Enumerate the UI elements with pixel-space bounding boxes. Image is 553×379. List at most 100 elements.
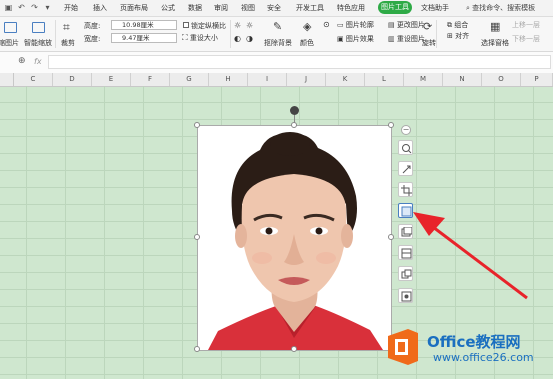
send-backward-label: 下移一层 [512,35,540,43]
smart-zoom-icon [32,22,45,33]
outline-icon: ▭ [337,21,344,29]
office-logo-icon [386,328,420,366]
reset-picture-icon: ▥ [388,35,395,43]
column-header[interactable]: D [53,73,92,86]
column-header[interactable]: J [287,73,326,86]
tab-home[interactable]: 开始 [64,3,78,13]
undo-icon[interactable]: ↶ [17,3,26,12]
resize-handle-top[interactable] [291,122,297,128]
zoom-icon[interactable] [398,140,413,155]
corner-cell[interactable] [0,73,14,86]
contrast-down-icon[interactable]: ◑ [246,34,253,43]
rotate-icon: ⟳ [423,20,433,33]
group-label: 组合 [454,21,469,29]
align-icon: ⊞ [447,32,453,40]
change-picture-icon: ▤ [388,21,395,29]
logo-name: Office教程网 [427,333,521,351]
transparency-icon[interactable]: ⊙ [323,20,333,30]
tab-features[interactable]: 特色应用 [337,3,365,13]
minus-icon[interactable]: − [401,125,411,135]
tab-review[interactable]: 审阅 [214,3,228,13]
resize-handle-top-left[interactable] [194,122,200,128]
resize-handle-bottom-left[interactable] [194,346,200,352]
red-arrow-annotation [413,212,528,300]
width-label: 宽度: [84,35,101,43]
tab-developer[interactable]: 开发工具 [296,3,324,13]
group-icon: ⧉ [447,21,452,29]
reset-size-button[interactable]: ⛶ 重设大小 [182,33,230,43]
column-header[interactable]: N [443,73,482,86]
save-icon[interactable]: ▣ [4,3,13,12]
crop-icon[interactable] [398,182,413,197]
height-label: 高度: [84,22,101,30]
align-button[interactable]: ⊞ 对齐 [447,31,477,43]
tab-picture-tools[interactable]: 图片工具 [378,1,412,14]
rotate-icon[interactable] [398,161,413,176]
selection-pane-button[interactable]: ▦ 选择窗格 [481,20,511,48]
bring-forward-label: 上移一层 [512,21,540,29]
menu-bar: ▣ ↶ ↷ ▾ 开始 插入 页面布局 公式 数据 审阅 视图 安全 开发工具 特… [0,0,553,17]
width-input[interactable]: 9.47厘米 [111,33,177,43]
column-header[interactable]: K [326,73,365,86]
color-icon: ◈ [303,20,312,33]
group-button[interactable]: ⧉ 组合 [447,20,477,30]
replace-picture-label: 缩图片 [0,39,19,47]
tab-page-layout[interactable]: 页面布局 [120,3,148,13]
column-header[interactable]: I [248,73,287,86]
replace-picture-button[interactable]: 缩图片 [0,20,24,48]
tab-doc-assistant[interactable]: 文档助手 [421,3,449,13]
remove-background-label: 抠除背景 [264,39,292,47]
resize-handle-left[interactable] [194,234,200,240]
customize-icon[interactable]: ▾ [43,3,52,12]
lock-ratio-checkbox[interactable] [183,22,189,28]
picture-outline-button[interactable]: ▭ 图片轮廓 [337,20,383,30]
crop-label: 裁剪 [61,39,75,47]
formula-input[interactable] [48,55,551,69]
tab-data[interactable]: 数据 [188,3,202,13]
rotate-handle[interactable] [290,106,299,115]
column-header[interactable]: E [92,73,131,86]
selection-pane-label: 选择窗格 [481,39,509,47]
crop-button[interactable]: ⌗ 裁剪 [58,20,80,48]
align-label: 对齐 [455,32,470,40]
width-value: 9.47厘米 [122,34,150,42]
brightness-down-icon[interactable]: ☼ [246,21,253,30]
column-header[interactable]: L [365,73,404,86]
redo-icon[interactable]: ↷ [30,3,39,12]
tab-insert[interactable]: 插入 [93,3,107,13]
column-header[interactable]: H [209,73,248,86]
ribbon-divider [55,20,56,48]
rotate-button[interactable]: ⟳ 旋转 [418,20,440,48]
picture-effect-button[interactable]: ▣ 图片效果 [337,34,383,44]
height-input[interactable]: 10.98厘米 [111,20,177,30]
send-backward-button[interactable]: 下移一层 [512,34,552,44]
smart-zoom-button[interactable]: 智能缩放 [24,20,52,48]
search-icon: ⌕ [466,4,470,12]
tab-view[interactable]: 视图 [241,3,255,13]
search-text: 查找命令、搜索模板 [472,4,536,12]
column-header[interactable]: F [131,73,170,86]
selection-pane-icon: ▦ [490,20,501,33]
crop-icon: ⌗ [63,20,70,34]
rotate-label: 旋转 [422,39,436,47]
tab-security[interactable]: 安全 [267,3,281,13]
ribbon-divider [230,20,231,48]
column-header[interactable]: O [482,73,521,86]
resize-handle-top-right[interactable] [388,122,394,128]
bring-forward-button[interactable]: 上移一层 [512,20,552,30]
tab-formulas[interactable]: 公式 [161,3,175,13]
reset-size-label: 重设大小 [189,34,218,42]
column-header[interactable]: M [404,73,443,86]
column-header[interactable]: P [521,73,553,86]
brightness-up-icon[interactable]: ☼ [234,21,241,30]
search-command-box[interactable]: ⌕ 查找命令、搜索模板 [466,2,550,14]
magnifier-icon[interactable]: ⊕ [18,56,26,66]
remove-background-button[interactable]: ✎ 抠除背景 [262,20,294,48]
color-button[interactable]: ◈ 颜色 [297,20,321,48]
picture-effect-label: 图片效果 [345,35,374,43]
column-header[interactable]: C [14,73,53,86]
resize-handle-bottom[interactable] [291,346,297,352]
resize-handle-right[interactable] [388,234,394,240]
column-header[interactable]: G [170,73,209,86]
contrast-up-icon[interactable]: ◐ [234,34,241,43]
